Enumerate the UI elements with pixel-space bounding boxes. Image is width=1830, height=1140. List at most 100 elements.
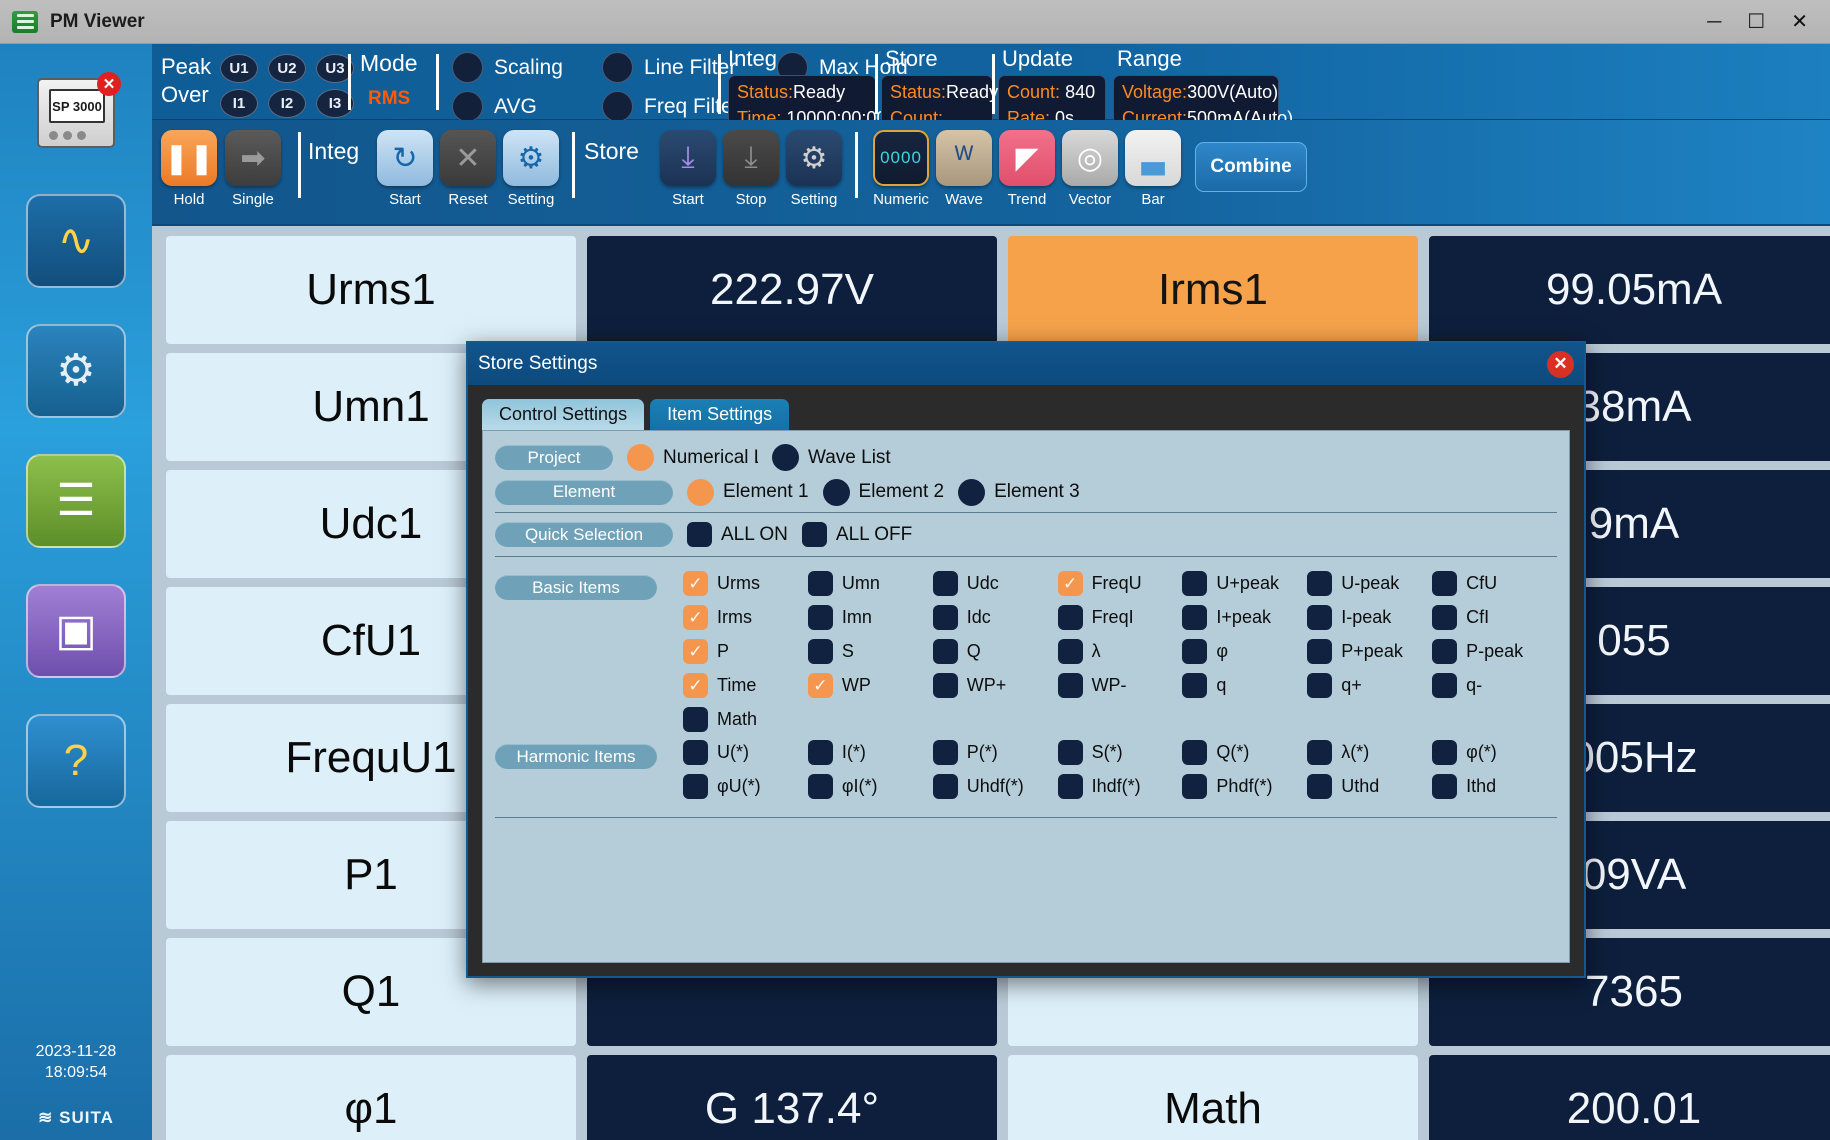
measure-value[interactable]: G 137.4°	[587, 1055, 997, 1140]
phi-harm-checkbox[interactable]	[1432, 740, 1457, 765]
project-option-wave-list[interactable]: Wave List	[772, 444, 891, 471]
numerical-list-radio[interactable]	[627, 444, 654, 471]
item-freqi[interactable]: FreqI	[1058, 605, 1183, 630]
sidebar-item-image[interactable]: ▣	[26, 584, 126, 678]
element-option-1[interactable]: Element 1	[687, 479, 809, 506]
combine-button[interactable]: Combine	[1195, 142, 1307, 192]
phiu-harm-checkbox[interactable]	[683, 774, 708, 799]
option-line-filter[interactable]: Line Filter	[602, 52, 736, 83]
item-p[interactable]: P	[683, 639, 808, 664]
sidebar-item-waveform[interactable]: ∿	[26, 194, 126, 288]
item-ppeak[interactable]: P+peak	[1307, 639, 1432, 664]
imn-checkbox[interactable]	[808, 605, 833, 630]
chip-i1[interactable]: I1	[220, 89, 258, 118]
item-qminus[interactable]: q-	[1432, 673, 1557, 698]
line-filter-radio[interactable]	[602, 52, 633, 83]
phdf-checkbox[interactable]	[1182, 774, 1207, 799]
item-wpminus[interactable]: WP-	[1058, 673, 1183, 698]
toolbar-integ-setting[interactable]: ⚙ Setting	[500, 130, 562, 208]
item-qplus[interactable]: q+	[1307, 673, 1432, 698]
item-i-harm[interactable]: I(*)	[808, 740, 933, 765]
item-s[interactable]: S	[808, 639, 933, 664]
toolbar-bar-view[interactable]: ▃ Bar	[1122, 130, 1184, 208]
item-q-harm[interactable]: Q(*)	[1182, 740, 1307, 765]
lambda-harm-checkbox[interactable]	[1307, 740, 1332, 765]
measure-label[interactable]: Urms1	[166, 236, 576, 344]
q-charge-checkbox[interactable]	[1182, 673, 1207, 698]
element-option-2[interactable]: Element 2	[823, 479, 945, 506]
phi-checkbox[interactable]	[1182, 639, 1207, 664]
item-s-harm[interactable]: S(*)	[1058, 740, 1183, 765]
toolbar-wave-view[interactable]: ᵂ Wave	[933, 130, 995, 208]
p-minus-peak-checkbox[interactable]	[1432, 639, 1457, 664]
item-ithd[interactable]: Ithd	[1432, 774, 1557, 799]
tab-control-settings[interactable]: Control Settings	[482, 399, 644, 430]
item-cfi[interactable]: CfI	[1432, 605, 1557, 630]
item-imn[interactable]: Imn	[808, 605, 933, 630]
item-lambda[interactable]: λ	[1058, 639, 1183, 664]
u-plus-peak-checkbox[interactable]	[1182, 571, 1207, 596]
quick-all-off[interactable]: ALL OFF	[802, 522, 912, 547]
cfu-checkbox[interactable]	[1432, 571, 1457, 596]
element-1-radio[interactable]	[687, 479, 714, 506]
udc-checkbox[interactable]	[933, 571, 958, 596]
item-udc[interactable]: Udc	[933, 571, 1058, 596]
item-idc[interactable]: Idc	[933, 605, 1058, 630]
q-plus-checkbox[interactable]	[1307, 673, 1332, 698]
element-2-radio[interactable]	[823, 479, 850, 506]
close-button[interactable]: ✕	[1791, 12, 1808, 32]
u-minus-peak-checkbox[interactable]	[1307, 571, 1332, 596]
irms-checkbox[interactable]	[683, 605, 708, 630]
option-avg[interactable]: AVG	[452, 91, 537, 122]
wp-minus-checkbox[interactable]	[1058, 673, 1083, 698]
phii-harm-checkbox[interactable]	[808, 774, 833, 799]
item-wpplus[interactable]: WP+	[933, 673, 1058, 698]
p-plus-peak-checkbox[interactable]	[1307, 639, 1332, 664]
q-checkbox[interactable]	[933, 639, 958, 664]
sidebar-item-layers[interactable]: ☰	[26, 454, 126, 548]
scaling-radio[interactable]	[452, 52, 483, 83]
time-checkbox[interactable]	[683, 673, 708, 698]
toolbar-integ-reset[interactable]: ✕ Reset	[437, 130, 499, 208]
measure-label[interactable]: Math	[1008, 1055, 1418, 1140]
chip-u1[interactable]: U1	[220, 54, 258, 83]
item-frequ[interactable]: FreqU	[1058, 571, 1183, 596]
item-q[interactable]: Q	[933, 639, 1058, 664]
i-harm-checkbox[interactable]	[808, 740, 833, 765]
avg-radio[interactable]	[452, 91, 483, 122]
q-minus-checkbox[interactable]	[1432, 673, 1457, 698]
p-harm-checkbox[interactable]	[933, 740, 958, 765]
toolbar-hold[interactable]: ❚❚ Hold	[158, 130, 220, 208]
item-phii-harm[interactable]: φI(*)	[808, 774, 933, 799]
item-u-harm[interactable]: U(*)	[683, 740, 808, 765]
toolbar-single[interactable]: ➡ Single	[222, 130, 284, 208]
item-phdf[interactable]: Phdf(*)	[1182, 774, 1307, 799]
item-uhdf[interactable]: Uhdf(*)	[933, 774, 1058, 799]
minimize-button[interactable]: ─	[1707, 12, 1721, 32]
item-math[interactable]: Math	[683, 707, 808, 732]
item-time[interactable]: Time	[683, 673, 808, 698]
item-ipeak[interactable]: I+peak	[1182, 605, 1307, 630]
umn-checkbox[interactable]	[808, 571, 833, 596]
toolbar-store-setting[interactable]: ⚙ Setting	[783, 130, 845, 208]
ithd-checkbox[interactable]	[1432, 774, 1457, 799]
sidebar-item-settings[interactable]: ⚙	[26, 324, 126, 418]
project-option-numerical-list[interactable]: Numerical Lis	[627, 444, 758, 471]
chip-u2[interactable]: U2	[268, 54, 306, 83]
q-harm-checkbox[interactable]	[1182, 740, 1207, 765]
quick-all-on[interactable]: ALL ON	[687, 522, 788, 547]
p-checkbox[interactable]	[683, 639, 708, 664]
item-umn[interactable]: Umn	[808, 571, 933, 596]
cfi-checkbox[interactable]	[1432, 605, 1457, 630]
item-urms[interactable]: Urms	[683, 571, 808, 596]
uhdf-checkbox[interactable]	[933, 774, 958, 799]
toolbar-integ-start[interactable]: ↻ Start	[374, 130, 436, 208]
item-wp[interactable]: WP	[808, 673, 933, 698]
i-minus-peak-checkbox[interactable]	[1307, 605, 1332, 630]
wp-checkbox[interactable]	[808, 673, 833, 698]
chip-i2[interactable]: I2	[268, 89, 306, 118]
item-lambda-harm[interactable]: λ(*)	[1307, 740, 1432, 765]
u-harm-checkbox[interactable]	[683, 740, 708, 765]
item-cfu[interactable]: CfU	[1432, 571, 1557, 596]
item-phi-harm[interactable]: φ(*)	[1432, 740, 1557, 765]
